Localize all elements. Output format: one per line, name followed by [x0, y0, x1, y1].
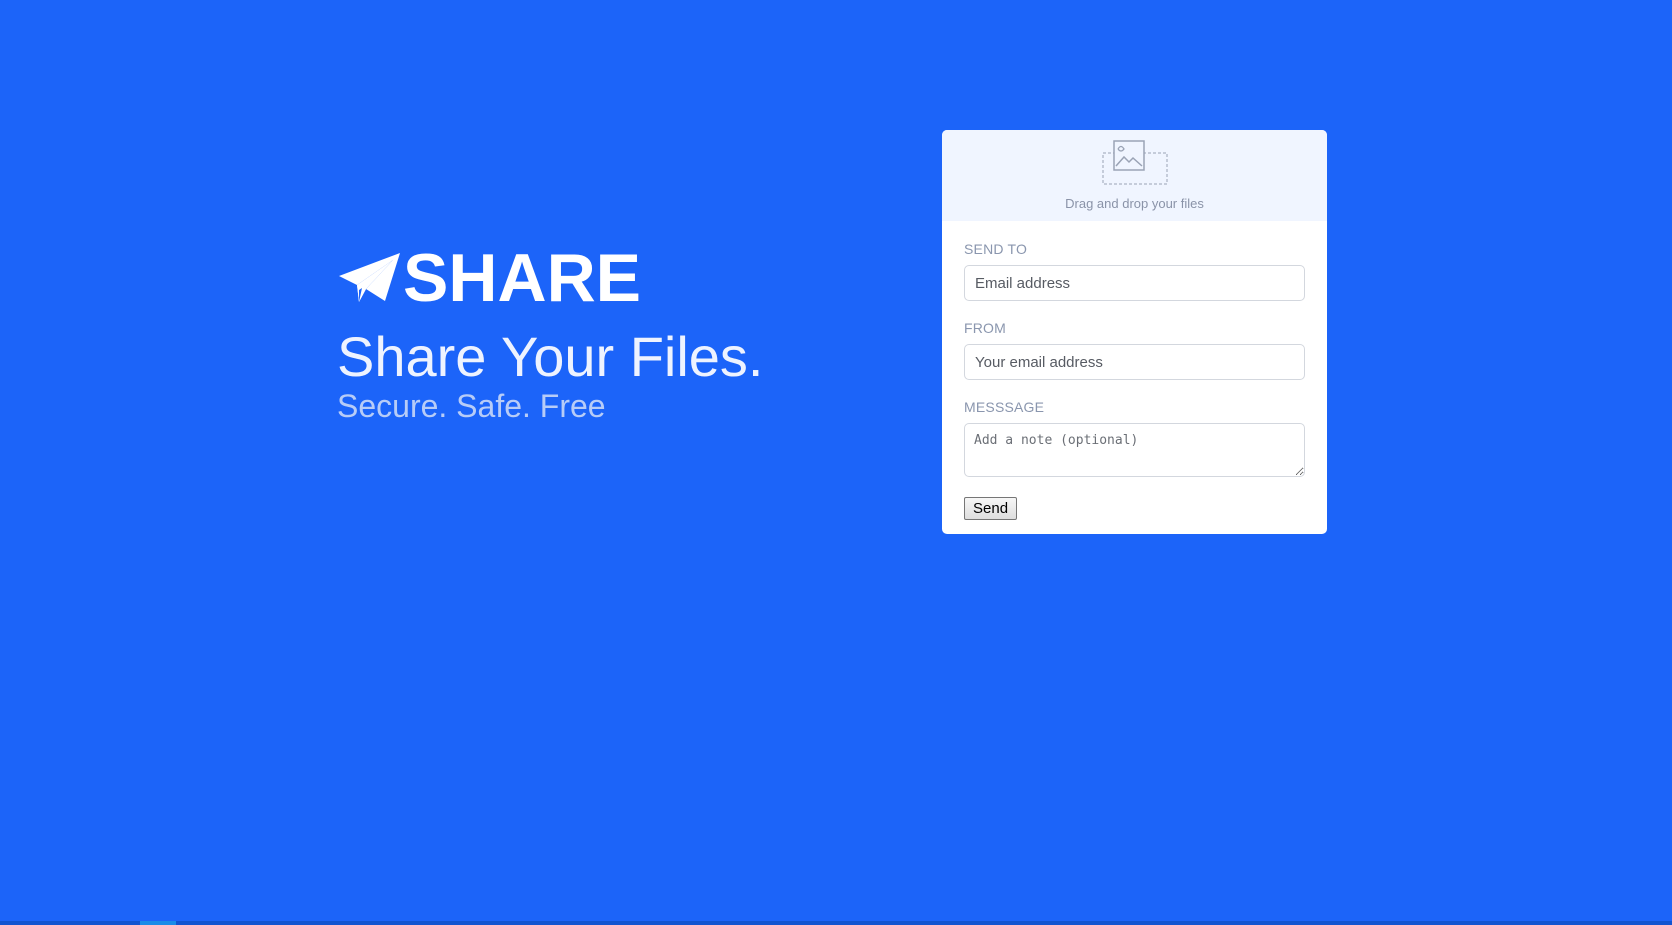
brand-name: SHARE: [403, 240, 642, 316]
brand-logo: SHARE: [337, 240, 797, 316]
hero-headline: Share Your Files.: [337, 325, 764, 388]
dropzone-label: Drag and drop your files: [1065, 196, 1204, 211]
image-placeholder-icon: [1102, 140, 1168, 185]
message-textarea[interactable]: [964, 423, 1305, 477]
hero-tagline: Secure. Safe. Free: [337, 388, 606, 424]
send-button[interactable]: Send: [964, 497, 1018, 520]
paper-plane-icon: [339, 253, 400, 302]
bottom-bar: [0, 921, 1672, 925]
from-input[interactable]: [964, 344, 1305, 380]
share-form-card: Drag and drop your files SEND TO FROM ME…: [942, 130, 1327, 534]
send-to-input[interactable]: [964, 265, 1305, 301]
share-form: SEND TO FROM MESSSAGE Send: [942, 221, 1327, 520]
bottom-bar-accent: [140, 921, 176, 925]
from-label: FROM: [964, 320, 1007, 336]
message-label: MESSSAGE: [964, 399, 1045, 415]
file-dropzone[interactable]: Drag and drop your files: [942, 130, 1327, 221]
page: SHARE Share Your Files. Secure. Safe. Fr…: [0, 0, 1672, 925]
hero-section: SHARE Share Your Files. Secure. Safe. Fr…: [337, 240, 797, 426]
send-to-label: SEND TO: [964, 241, 1028, 257]
